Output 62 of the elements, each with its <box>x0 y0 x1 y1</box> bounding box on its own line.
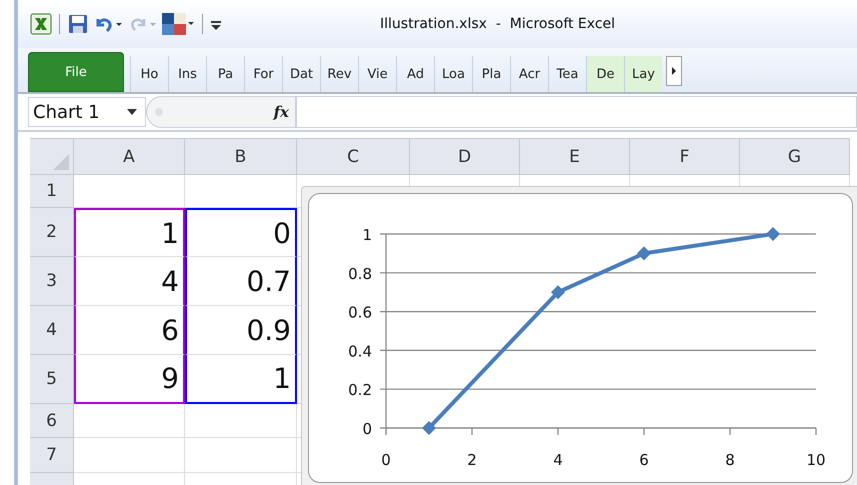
table-cell: 1 <box>74 208 185 257</box>
ribbon-tab[interactable]: File <box>28 52 124 92</box>
ribbon-tab[interactable]: For <box>244 56 282 92</box>
y-tick-label: 0.4 <box>348 342 372 360</box>
row-header[interactable]: 4 <box>30 306 74 355</box>
data-point-marker <box>637 246 651 260</box>
table-cell: 0.9 <box>185 306 297 355</box>
y-tick-label: 0.2 <box>348 381 372 400</box>
data-point-marker <box>766 227 780 241</box>
excel-logo-icon[interactable] <box>30 13 52 35</box>
ribbon-tab[interactable]: Pla <box>472 56 510 92</box>
y-tick-label: 0.8 <box>348 264 372 283</box>
y-tick-label: 1 <box>362 226 372 244</box>
ribbon-tab[interactable]: Ho <box>130 56 168 92</box>
x-tick-label: 6 <box>639 451 649 468</box>
row-header[interactable]: 6 <box>30 404 74 438</box>
column-header[interactable]: D <box>410 138 520 175</box>
color-picker-icon[interactable] <box>161 12 195 36</box>
x-tick-label: 8 <box>725 451 735 468</box>
column-header[interactable]: F <box>630 138 740 175</box>
ribbon-tab[interactable]: Lay <box>624 56 662 92</box>
ribbon-tab[interactable]: Rev <box>320 56 358 92</box>
column-header[interactable]: G <box>740 138 850 175</box>
column-header[interactable]: C <box>297 138 410 175</box>
data-point-marker <box>551 285 565 300</box>
y-tick-label: 0 <box>362 420 372 438</box>
row-header[interactable]: 3 <box>30 257 74 306</box>
row-header[interactable]: 2 <box>30 208 74 257</box>
table-cell: 4 <box>74 257 185 306</box>
table-cell: 9 <box>74 355 185 404</box>
ribbon-tab[interactable]: Acr <box>510 56 548 92</box>
table-cell: 0.7 <box>185 257 297 306</box>
ribbon-tab[interactable]: Ins <box>168 56 206 92</box>
ribbon-tab[interactable]: Pa <box>206 56 244 92</box>
x-tick-label: 0 <box>381 451 391 468</box>
name-box[interactable]: Chart 1 <box>28 97 146 127</box>
chart-frame[interactable]: 0 0.2 0.4 0.6 0.8 1 0 2 4 6 8 10 <box>301 186 857 485</box>
window-title: Illustration.xlsx - Microsoft Excel <box>380 16 616 32</box>
formula-input-field[interactable] <box>296 96 857 128</box>
ribbon-tab[interactable]: Dat <box>282 56 320 92</box>
ribbon-tab[interactable]: Loa <box>434 56 472 92</box>
caret-icon <box>671 66 677 76</box>
row-header[interactable]: 5 <box>30 355 74 404</box>
insert-function-button[interactable]: fx <box>274 103 289 121</box>
save-icon[interactable] <box>67 13 89 35</box>
row-header[interactable]: 1 <box>30 175 74 208</box>
x-tick-label: 2 <box>467 451 477 468</box>
ribbon-tab[interactable]: Ad <box>396 56 434 92</box>
x-tick-label: 10 <box>806 451 826 468</box>
row-header[interactable]: 7 <box>30 438 74 473</box>
column-header[interactable]: B <box>185 138 297 175</box>
table-cell: 0 <box>185 208 297 257</box>
data-point-marker <box>422 421 436 435</box>
scroll-right-button[interactable] <box>666 56 682 86</box>
ribbon-tab[interactable]: Vie <box>358 56 396 92</box>
y-tick-label: 0.6 <box>348 304 372 322</box>
table-cell: 6 <box>74 306 185 355</box>
x-tick-label: 4 <box>553 451 563 468</box>
table-cell: 1 <box>185 355 297 404</box>
ribbon-tab[interactable]: De <box>586 56 624 92</box>
column-header[interactable]: E <box>520 138 630 175</box>
column-header[interactable]: A <box>74 138 185 175</box>
